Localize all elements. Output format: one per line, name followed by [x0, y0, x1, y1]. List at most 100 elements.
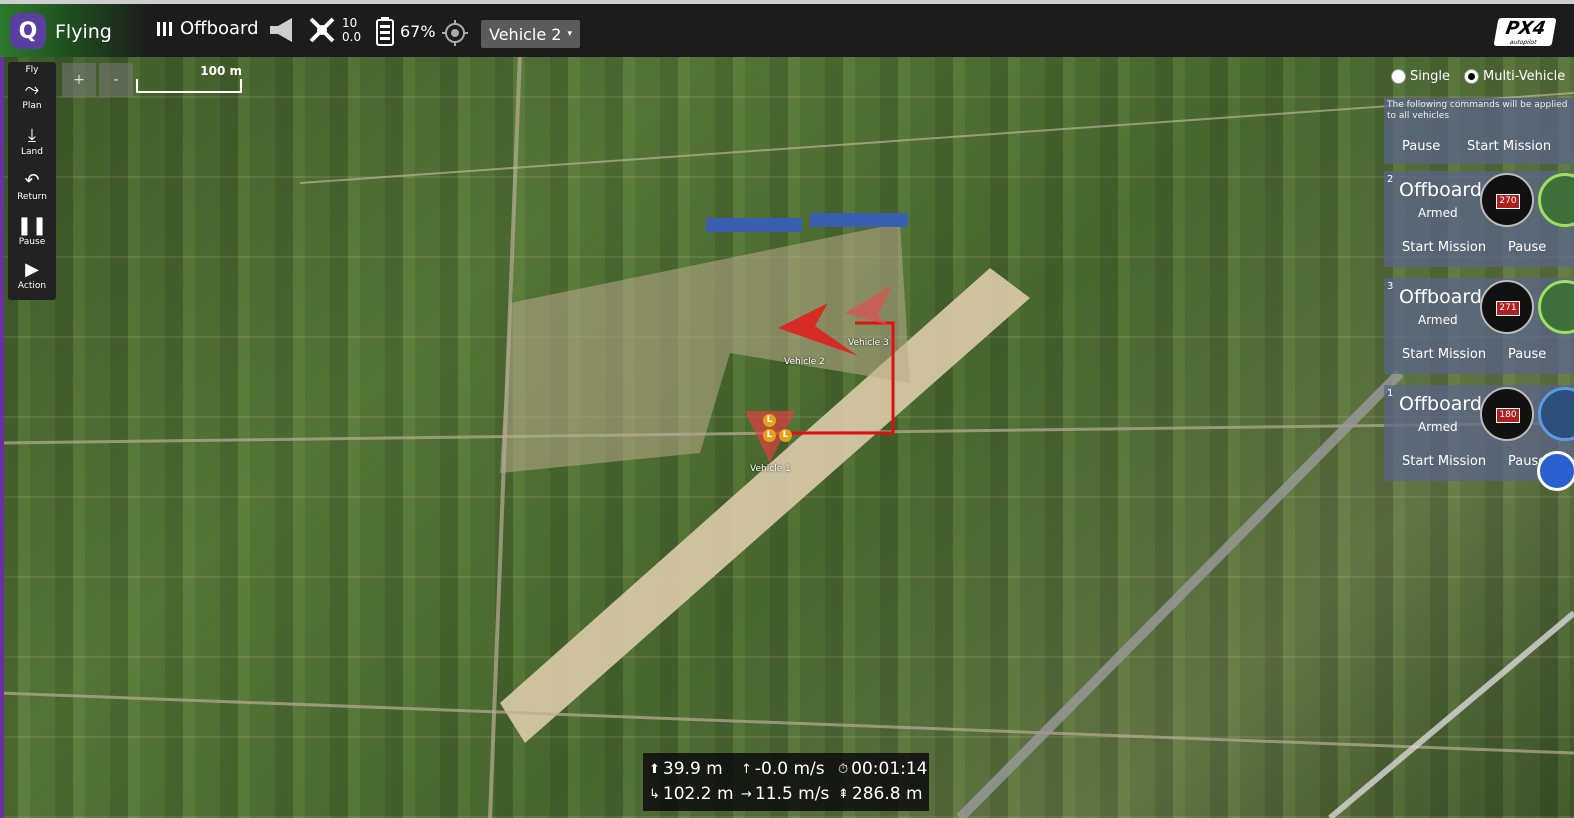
tool-pause[interactable]: ❚❚ Pause — [8, 215, 56, 247]
distance-home-value: ↳ 102.2 m — [649, 784, 734, 804]
map-scale-bar — [136, 79, 242, 93]
vehicle-label: Vehicle 2 — [784, 357, 825, 367]
gps-values: 10 0.0 — [342, 16, 361, 44]
road — [299, 92, 1574, 184]
hangar-building — [706, 218, 802, 232]
vertical-speed-value: ↑ -0.0 m/s — [741, 759, 825, 779]
single-vehicle-label: Single — [1410, 69, 1450, 84]
stopwatch-icon: ⏱ — [838, 761, 849, 777]
vehicle-id: 3 — [1387, 281, 1394, 292]
land-marker[interactable]: L — [763, 414, 776, 427]
tool-fly-label: Fly — [25, 65, 39, 75]
land-marker[interactable]: L — [779, 429, 792, 442]
route-icon: ⤳ — [24, 79, 40, 100]
single-vehicle-radio[interactable]: Single — [1391, 69, 1450, 84]
tool-plan[interactable]: ⤳ Plan — [8, 79, 56, 111]
battery-indicator[interactable]: 67% — [376, 16, 436, 46]
window-edge — [0, 53, 4, 818]
railway — [956, 369, 1404, 818]
mode-icon — [157, 21, 172, 36]
vehicle-selector-label: Vehicle 2 — [489, 24, 562, 44]
arrow-up-icon: ⬆ — [649, 761, 660, 777]
attitude-gauge-icon — [1538, 387, 1574, 441]
map-scale: 100 m — [136, 64, 244, 94]
crosshair-icon — [442, 20, 468, 46]
battery-icon — [376, 17, 394, 46]
top-toolbar: Q Flying Offboard 10 0.0 67% Vehicle 2 ▾… — [0, 0, 1574, 57]
multi-vehicle-radio[interactable]: Multi-Vehicle — [1464, 69, 1565, 84]
messages-indicator[interactable] — [268, 16, 298, 44]
railway — [1328, 610, 1574, 818]
tool-fly[interactable]: Fly — [8, 65, 56, 75]
pause-button[interactable]: Pause — [1508, 240, 1546, 255]
start-mission-button[interactable]: Start Mission — [1402, 347, 1486, 362]
start-mission-all-button[interactable]: Start Mission — [1467, 139, 1551, 154]
walking-icon: ⇞ — [838, 786, 849, 802]
pause-button[interactable]: Pause — [1508, 347, 1546, 362]
pause-icon: ❚❚ — [16, 215, 48, 236]
flight-mode-selector[interactable]: Offboard — [156, 18, 259, 39]
radio-selected-icon — [1464, 69, 1479, 84]
land-marker[interactable]: L — [763, 429, 776, 442]
all-vehicles-commands: The following commands will be applied t… — [1384, 98, 1574, 164]
vehicle-mode: Offboard — [1399, 393, 1482, 415]
zoom-in-button[interactable]: + — [62, 63, 96, 97]
qgc-logo-button[interactable]: Q — [10, 13, 46, 49]
return-arrow-icon: ↳ — [649, 786, 660, 802]
arrow-up-thin-icon: ↑ — [741, 761, 752, 777]
compass-heading: 270 — [1496, 194, 1520, 209]
distance-traveled-value: ⇞ 286.8 m — [838, 784, 923, 804]
multi-vehicle-label: Multi-Vehicle — [1483, 69, 1566, 84]
vertical-speed-text: -0.0 m/s — [754, 759, 825, 779]
all-vehicles-note: The following commands will be applied t… — [1387, 100, 1568, 121]
vehicle-selector[interactable]: Vehicle 2 ▾ — [481, 20, 581, 48]
vehicle-label: Vehicle 1 — [750, 464, 791, 474]
hangar-building — [810, 213, 908, 227]
px4-logo-subtext: autopilot — [1509, 39, 1538, 46]
return-icon: ↶ — [24, 170, 40, 191]
tool-return[interactable]: ↶ Return — [8, 170, 56, 202]
ground-speed-text: 11.5 m/s — [754, 784, 830, 804]
tool-land[interactable]: ⤓ Land — [8, 125, 56, 157]
vehicle-card[interactable]: 2 Offboard Armed 270 Start Mission Pause — [1384, 171, 1574, 267]
vehicle-mode: Offboard — [1399, 286, 1482, 308]
tool-strip: Fly ⤳ Plan ⤓ Land ↶ Return ❚❚ Pause ▶ Ac… — [8, 62, 56, 300]
map-view[interactable]: Vehicle 2 Vehicle 3 Vehicle 1 L L L — [0, 53, 1574, 818]
start-mission-button[interactable]: Start Mission — [1402, 240, 1486, 255]
altitude-text: 39.9 m — [662, 759, 723, 779]
pause-all-button[interactable]: Pause — [1402, 139, 1440, 154]
flight-time-text: 00:01:14 — [851, 759, 928, 779]
tool-action[interactable]: ▶ Action — [8, 259, 56, 291]
vehicle-armed-status: Armed — [1418, 420, 1458, 434]
tool-action-label: Action — [17, 281, 47, 291]
ground-speed-value: → 11.5 m/s — [741, 784, 829, 804]
tool-pause-label: Pause — [18, 237, 46, 247]
tool-plan-label: Plan — [22, 101, 42, 111]
battery-percentage: 67% — [400, 21, 436, 41]
radio-icon — [1391, 69, 1406, 84]
play-icon: ▶ — [25, 259, 39, 280]
rc-rssi-indicator[interactable] — [442, 20, 468, 46]
distance-traveled-text: 286.8 m — [851, 784, 923, 804]
gps-hdop: 0.0 — [342, 30, 362, 44]
assistant-bubble-icon[interactable] — [1537, 451, 1574, 491]
gps-satellite-count: 10 — [342, 16, 358, 30]
compass-heading: 180 — [1496, 408, 1520, 423]
flight-mode-label: Offboard — [180, 18, 259, 39]
megaphone-icon — [270, 18, 292, 42]
gps-indicator[interactable]: 10 0.0 — [308, 16, 361, 44]
px4-logo-text: PX4 — [1503, 18, 1548, 39]
arrow-right-icon: → — [741, 786, 752, 802]
satellite-icon — [309, 17, 335, 43]
vehicle-card[interactable]: 3 Offboard Armed 271 Start Mission Pause — [1384, 278, 1574, 374]
tool-return-label: Return — [17, 192, 47, 202]
vehicle-armed-status: Armed — [1418, 313, 1458, 327]
zoom-out-button[interactable]: - — [99, 63, 133, 97]
vehicle-armed-status: Armed — [1418, 206, 1458, 220]
telemetry-panel[interactable]: ⬆ 39.9 m ↑ -0.0 m/s ⏱ 00:01:14 ↳ 102.2 m → 11… — [643, 753, 929, 811]
start-mission-button[interactable]: Start Mission — [1402, 454, 1486, 469]
distance-home-text: 102.2 m — [662, 784, 734, 804]
flight-status[interactable]: Flying — [55, 21, 112, 43]
compass-heading: 271 — [1496, 301, 1520, 316]
vehicle-id: 2 — [1387, 174, 1394, 185]
